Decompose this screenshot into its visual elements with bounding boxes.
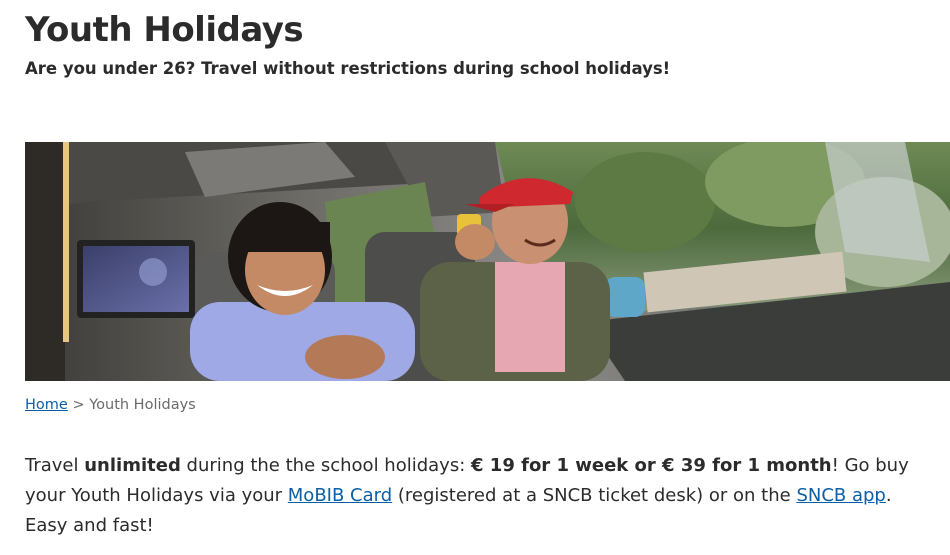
intro-paragraph: Travel unlimited during the the school h…	[25, 451, 925, 541]
page-title: Youth Holidays	[25, 10, 304, 50]
breadcrumb: Home > Youth Holidays	[25, 397, 196, 413]
hero-image	[25, 142, 950, 381]
breadcrumb-separator: >	[72, 397, 90, 413]
hero-photo-icon	[25, 142, 950, 381]
price-highlight: € 19 for 1 week or € 39 for 1 month	[471, 455, 832, 476]
intro-bold-unlimited: unlimited	[84, 455, 181, 476]
breadcrumb-current: Youth Holidays	[89, 397, 196, 413]
page: Youth Holidays Are you under 26? Travel …	[0, 0, 950, 555]
page-subtitle: Are you under 26? Travel without restric…	[25, 59, 671, 78]
intro-text: Travel	[25, 455, 85, 476]
intro-text: (registered at a SNCB ticket desk) or on…	[392, 485, 797, 506]
intro-text: during the the school holidays:	[180, 455, 471, 476]
mobib-card-link[interactable]: MoBIB Card	[288, 485, 392, 506]
breadcrumb-home-link[interactable]: Home	[25, 397, 68, 413]
sncb-app-link[interactable]: SNCB app	[796, 485, 885, 506]
